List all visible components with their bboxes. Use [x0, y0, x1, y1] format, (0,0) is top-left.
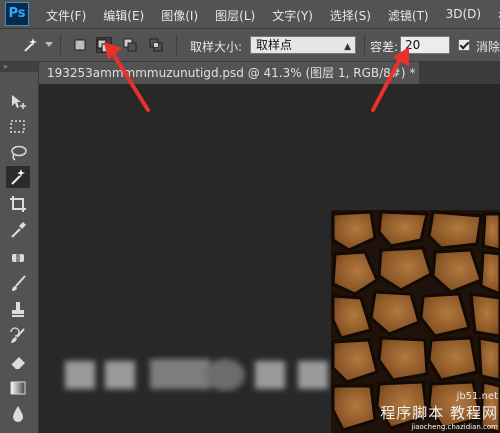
menu-edit[interactable]: 编辑(E) — [103, 7, 144, 24]
eraser-tool-icon[interactable] — [8, 352, 28, 372]
history-brush-tool-icon[interactable] — [8, 326, 28, 346]
menu-image[interactable]: 图像(I) — [161, 7, 198, 24]
tool-preset-dropdown-icon[interactable] — [45, 42, 53, 47]
sample-size-value: 取样点 — [256, 38, 293, 52]
magic-wand-preset-icon[interactable] — [20, 35, 40, 55]
crop-tool-icon[interactable] — [8, 194, 28, 214]
brush-tool-icon[interactable] — [8, 274, 28, 294]
blur-tool-icon[interactable] — [8, 404, 28, 424]
toolbox-panel: » — [0, 62, 39, 433]
divider — [60, 35, 61, 55]
main-menu: 文件(F) 编辑(E) 图像(I) 图层(L) 文字(Y) 选择(S) 滤镜(T… — [46, 7, 500, 24]
menu-3d[interactable]: 3D(D) — [446, 7, 481, 24]
options-bar: 取样大小: 取样点 ▲ 容差: 20 消除 — [0, 29, 500, 62]
menu-type[interactable]: 文字(Y) — [272, 7, 313, 24]
red-arrow-tolerance — [371, 47, 409, 112]
red-arrow-add-selection — [104, 42, 150, 112]
new-selection-icon[interactable] — [72, 37, 88, 53]
gradient-tool-icon[interactable] — [8, 378, 28, 398]
antialias-label: 消除 — [476, 40, 500, 54]
eyedropper-tool-icon[interactable] — [8, 220, 28, 240]
dropdown-arrow-icon: ▲ — [344, 42, 351, 52]
healing-brush-tool-icon[interactable] — [8, 248, 28, 268]
clone-stamp-tool-icon[interactable] — [8, 300, 28, 320]
marquee-tool-icon[interactable] — [8, 117, 28, 137]
photoshop-logo[interactable]: Ps — [5, 2, 29, 26]
menu-bar: Ps 文件(F) 编辑(E) 图像(I) 图层(L) 文字(Y) 选择(S) 滤… — [0, 0, 500, 29]
lasso-tool-icon[interactable] — [8, 143, 28, 163]
menu-file[interactable]: 文件(F) — [46, 7, 86, 24]
antialias-checkbox[interactable] — [458, 39, 470, 51]
toolbox-collapse-icon[interactable]: » — [0, 62, 38, 72]
sample-size-label: 取样大小: — [190, 40, 243, 54]
cracked-earth-image: jb51.net 程序脚本 教程网 jiaocheng.chazidian.co… — [331, 210, 500, 433]
move-tool-icon[interactable] — [8, 92, 28, 112]
watermark-title: 程序脚本 教程网 — [380, 404, 498, 422]
magic-wand-tool-icon[interactable] — [6, 166, 30, 188]
divider — [176, 35, 177, 55]
document-tab[interactable]: 193253ammmmmuzunutigd.psd @ 41.3% (图层 1,… — [39, 62, 419, 84]
watermark: jb51.net 程序脚本 教程网 jiaocheng.chazidian.co… — [380, 391, 498, 431]
sample-size-select[interactable]: 取样点 ▲ — [250, 36, 356, 54]
menu-layer[interactable]: 图层(L) — [215, 7, 255, 24]
menu-filter[interactable]: 滤镜(T) — [388, 7, 429, 24]
watermark-site: jb51.net — [456, 391, 498, 402]
watermark-url: jiaocheng.chazidian.com — [411, 423, 498, 431]
menu-select[interactable]: 选择(S) — [330, 7, 371, 24]
